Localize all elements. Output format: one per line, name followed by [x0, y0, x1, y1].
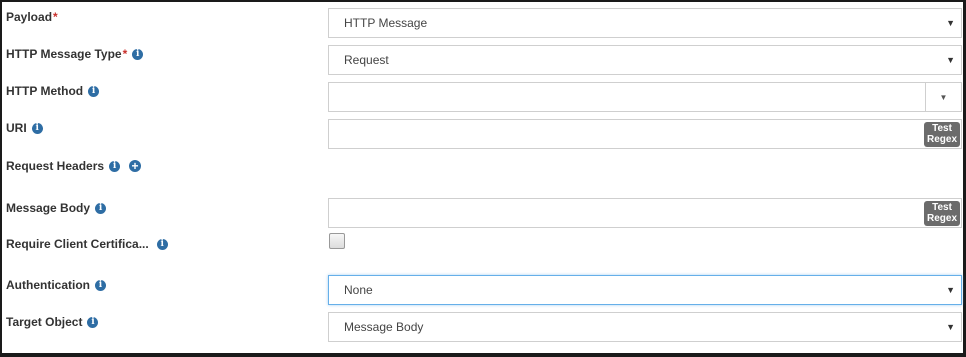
message-body-label: Message Body i [6, 201, 107, 215]
http-message-type-select[interactable]: Request ▼ [328, 45, 962, 75]
target-object-select[interactable]: Message Body ▼ [328, 312, 962, 342]
require-client-certificate-checkbox[interactable] [329, 233, 345, 249]
info-icon[interactable]: i [156, 238, 168, 250]
payload-select[interactable]: HTTP Message ▼ [328, 8, 962, 38]
caret-down-icon: ▼ [946, 55, 955, 65]
required-marker: * [122, 47, 128, 61]
info-icon[interactable]: i [31, 122, 43, 134]
info-icon[interactable]: i [87, 316, 99, 328]
authentication-select[interactable]: None ▼ [328, 275, 962, 305]
info-icon[interactable]: i [109, 160, 121, 172]
caret-down-icon: ▼ [946, 285, 955, 295]
info-icon[interactable]: i [95, 279, 106, 291]
caret-down-icon: ▼ [946, 18, 955, 28]
http-method-label: HTTP Method i [6, 84, 100, 98]
require-client-certificate-label: Require Client Certifica... i [6, 237, 168, 251]
info-icon[interactable]: i [132, 48, 144, 60]
caret-down-icon[interactable]: ▼ [925, 83, 961, 111]
message-body-input[interactable]: Test Regex [328, 198, 962, 228]
uri-label: URI i [6, 121, 43, 135]
info-icon[interactable]: i [95, 202, 107, 214]
authentication-label: Authentication i [6, 278, 106, 292]
uri-input[interactable]: Test Regex [328, 119, 962, 149]
payload-label: Payload * [6, 10, 58, 24]
caret-down-icon: ▼ [946, 322, 955, 332]
form-panel: Payload * HTTP Message ▼ HTTP Message Typ… [0, 0, 966, 357]
add-header-plus-icon[interactable]: + [129, 160, 142, 172]
http-method-combobox[interactable]: ▼ [328, 82, 962, 112]
test-regex-button[interactable]: Test Regex [924, 122, 960, 147]
request-headers-label: Request Headers i + [6, 159, 142, 173]
info-icon[interactable]: i [88, 85, 100, 97]
test-regex-button[interactable]: Test Regex [924, 201, 960, 226]
target-object-label: Target Object i [6, 315, 99, 329]
required-marker: * [53, 10, 58, 24]
http-message-type-label: HTTP Message Type * i [6, 47, 144, 61]
